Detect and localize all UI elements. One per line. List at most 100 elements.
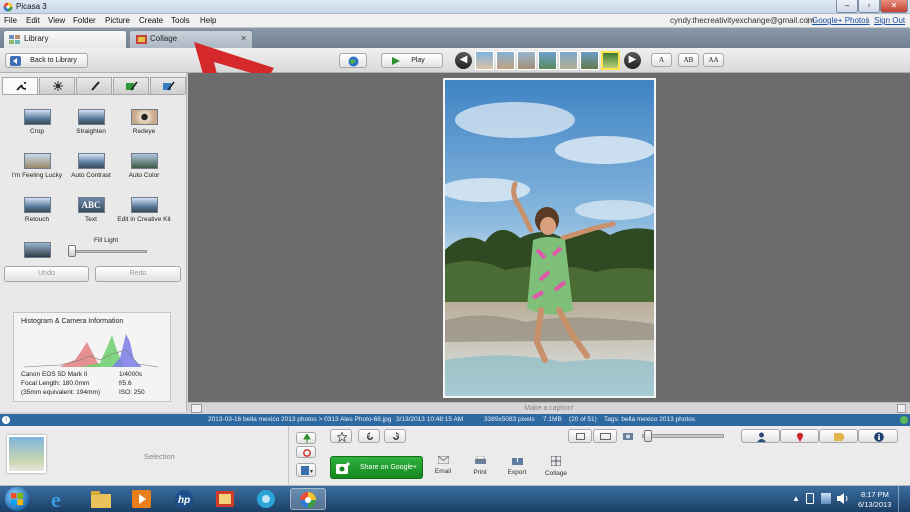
undo-button[interactable]: Undo — [4, 266, 89, 282]
menu-tools[interactable]: Tools — [171, 16, 190, 25]
menu-edit[interactable]: Edit — [26, 16, 40, 25]
caption-expand-icon[interactable] — [897, 404, 906, 413]
pin-icon — [303, 434, 311, 443]
histogram-title: Histogram & Camera Information — [21, 318, 124, 325]
fill-light-slider-handle[interactable] — [68, 245, 76, 257]
maximize-button[interactable]: ▫ — [858, 0, 880, 13]
close-button[interactable]: ✕ — [880, 0, 908, 13]
menu-help[interactable]: Help — [200, 16, 216, 25]
tab-effects-blue[interactable] — [150, 77, 186, 94]
places-button[interactable] — [780, 429, 819, 443]
view-small-button[interactable] — [568, 429, 592, 443]
menu-bar: File Edit View Folder Picture Create Too… — [0, 14, 910, 28]
tab-basic-fixes[interactable] — [2, 77, 38, 94]
play-button[interactable]: Play — [381, 53, 443, 68]
rotate-left-button[interactable] — [358, 429, 380, 443]
filmstrip-thumb[interactable] — [559, 51, 578, 70]
left-arrow-icon: ◀ — [459, 54, 468, 65]
menu-file[interactable]: File — [4, 16, 17, 25]
device-icon[interactable] — [806, 493, 814, 504]
right-arrow-icon: ▶ — [628, 54, 637, 65]
picasa-logo-icon — [3, 2, 13, 12]
window-title: Picasa 3 — [16, 2, 47, 11]
lucky-icon — [23, 153, 51, 169]
print-action[interactable]: Print — [465, 456, 495, 476]
tray-thumbnail[interactable] — [7, 435, 46, 473]
redo-button[interactable]: Redo — [95, 266, 181, 282]
text-tool[interactable]: ABC Text — [64, 197, 118, 223]
rotate-right-button[interactable] — [384, 429, 406, 443]
creative-kit-tool[interactable]: Edit in Creative Kit — [117, 197, 171, 223]
retouch-tool[interactable]: Retouch — [10, 197, 64, 223]
auto-color-label: Auto Color — [128, 172, 160, 179]
photo-position: (20 of 51) — [569, 416, 597, 423]
star-button[interactable] — [330, 429, 352, 443]
back-to-library-button[interactable]: Back to Library — [5, 53, 88, 68]
info-left-icon[interactable]: i — [2, 416, 10, 424]
sign-out-link[interactable]: Sign Out — [874, 16, 905, 25]
menu-view[interactable]: View — [48, 16, 65, 25]
filmstrip-thumb-selected[interactable] — [601, 51, 620, 70]
tab-library[interactable]: Library — [3, 30, 127, 48]
main-photo[interactable] — [443, 78, 656, 398]
next-photo-button[interactable]: ▶ — [624, 52, 641, 69]
caption-mode-ab-button[interactable]: AB — [678, 53, 699, 67]
globe-button[interactable] — [339, 53, 367, 68]
caption-mode-aa-button[interactable]: AA — [703, 53, 724, 67]
caption-mode-a-button[interactable]: A — [651, 53, 672, 67]
export-action[interactable]: Export — [502, 456, 532, 476]
fill-light-slider[interactable] — [70, 250, 147, 253]
clear-button[interactable] — [296, 446, 316, 458]
filmstrip-thumb[interactable] — [517, 51, 536, 70]
auto-color-tool[interactable]: Auto Color — [117, 153, 171, 179]
menu-picture[interactable]: Picture — [105, 16, 130, 25]
previous-photo-button[interactable]: ◀ — [455, 52, 472, 69]
back-to-library-label: Back to Library — [30, 57, 77, 64]
redeye-tool[interactable]: Redeye — [117, 109, 171, 135]
straighten-tool[interactable]: Straighten — [64, 109, 118, 135]
focal-length: Focal Length: 180.0mm — [21, 380, 90, 387]
filmstrip-thumb[interactable] — [475, 51, 494, 70]
network-icon[interactable] — [821, 493, 831, 504]
info-right-icon[interactable] — [900, 416, 908, 424]
filmstrip-thumb[interactable] — [580, 51, 599, 70]
people-button[interactable] — [741, 429, 780, 443]
photo-app-icon[interactable] — [213, 488, 237, 510]
tab-effects[interactable] — [76, 77, 112, 94]
svg-text:e: e — [51, 488, 61, 510]
zoom-slider-handle[interactable] — [644, 430, 652, 442]
google-photos-link[interactable]: Google+ Photos — [812, 16, 870, 25]
filmstrip-thumb[interactable] — [496, 51, 515, 70]
globe-app-icon[interactable] — [254, 488, 278, 510]
tags-button[interactable] — [819, 429, 858, 443]
email-action[interactable]: Email — [428, 456, 458, 475]
volume-icon[interactable] — [837, 493, 849, 504]
picasa-taskbar-icon[interactable] — [290, 488, 326, 510]
hp-icon[interactable]: hp — [172, 488, 196, 510]
tab-effects-green[interactable] — [113, 77, 149, 94]
view-compare-button[interactable] — [593, 429, 617, 443]
show-hidden-icons-icon[interactable]: ▲ — [792, 494, 800, 503]
file-explorer-icon[interactable] — [89, 488, 113, 510]
show-desktop-button[interactable] — [898, 486, 910, 512]
share-on-google-plus-button[interactable]: Share on Google+ — [330, 456, 423, 479]
collage-action[interactable]: Collage — [541, 456, 571, 477]
properties-button[interactable] — [858, 429, 898, 443]
feeling-lucky-tool[interactable]: I'm Feeling Lucky — [10, 153, 64, 179]
caption-input[interactable]: Make a caption! — [524, 405, 573, 412]
auto-contrast-tool[interactable]: Auto Contrast — [64, 153, 118, 179]
crop-tool[interactable]: Crop — [10, 109, 64, 135]
caption-options-icon[interactable] — [191, 404, 202, 413]
menu-folder[interactable]: Folder — [73, 16, 96, 25]
album-button[interactable] — [296, 463, 316, 477]
tab-tuning[interactable] — [39, 77, 75, 94]
filmstrip-thumb[interactable] — [538, 51, 557, 70]
internet-explorer-icon[interactable]: e — [48, 488, 72, 510]
tag-icon — [834, 433, 845, 441]
hold-button[interactable] — [296, 432, 316, 444]
media-player-icon[interactable] — [130, 488, 154, 510]
menu-create[interactable]: Create — [139, 16, 163, 25]
minimize-button[interactable]: – — [836, 0, 858, 13]
start-button[interactable] — [5, 487, 29, 511]
zoom-slider[interactable] — [642, 434, 724, 438]
